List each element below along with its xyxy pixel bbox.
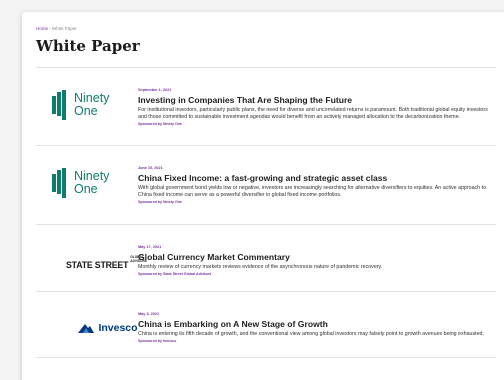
item-date: June 10, 2021: [138, 166, 163, 170]
list-item[interactable]: STATE STREETGLOBAL ADVISORS May 17, 2021 …: [36, 224, 496, 291]
invesco-mountain-icon: [78, 323, 94, 333]
list-item[interactable]: Invesco May 3, 2021 China is Embarking o…: [36, 291, 496, 358]
page-title: White Paper: [36, 37, 140, 55]
ninety-one-logo[interactable]: Ninety One: [52, 146, 132, 198]
item-sponsor: Sponsored by Ninety One: [138, 122, 182, 126]
white-paper-list: Ninety One September 1, 2021 Investing i…: [36, 67, 496, 358]
state-street-logo[interactable]: STATE STREETGLOBAL ADVISORS: [52, 225, 147, 270]
ninety-one-wordmark: Ninety One: [74, 169, 110, 196]
list-item[interactable]: Ninety One September 1, 2021 Investing i…: [36, 67, 496, 145]
page-panel: Home › White Paper White Paper Ninety On…: [22, 12, 504, 380]
item-sponsor: Sponsored by State Street Global Advisor…: [138, 272, 212, 276]
state-street-wordmark: STATE STREET: [66, 260, 129, 270]
item-sponsor: Sponsored by Ninety One: [138, 200, 182, 204]
ninety-one-wordmark: Ninety One: [74, 91, 110, 118]
ninety-one-logo[interactable]: Ninety One: [52, 68, 132, 120]
invesco-logo[interactable]: Invesco: [52, 292, 138, 334]
item-title-link[interactable]: Global Currency Market Commentary: [138, 252, 488, 262]
list-item[interactable]: Ninety One June 10, 2021 China Fixed Inc…: [36, 145, 496, 224]
item-date: May 3, 2021: [138, 312, 160, 316]
ninety-one-mark-icon: [52, 168, 76, 198]
item-title-link[interactable]: China is Embarking on A New Stage of Gro…: [138, 319, 488, 329]
item-title-link[interactable]: Investing in Companies That Are Shaping …: [138, 95, 488, 105]
item-date: September 1, 2021: [138, 88, 172, 92]
item-description: Monthly review of currency markets revie…: [138, 264, 383, 270]
item-description: For institutional investors, particularl…: [138, 107, 488, 120]
item-title-link[interactable]: China Fixed Income: a fast-growing and s…: [138, 173, 488, 183]
breadcrumb: Home › White Paper: [36, 26, 77, 31]
ninety-one-mark-icon: [52, 90, 76, 120]
breadcrumb-home-link[interactable]: Home: [36, 26, 48, 31]
item-description: China is entering its fifth decade of gr…: [138, 331, 484, 337]
invesco-wordmark: Invesco: [98, 321, 138, 334]
item-description: With global government bond yields low o…: [138, 185, 487, 198]
item-date: May 17, 2021: [138, 245, 162, 249]
item-sponsor: Sponsored by Invesco: [138, 339, 177, 343]
breadcrumb-current: White Paper: [52, 26, 77, 31]
